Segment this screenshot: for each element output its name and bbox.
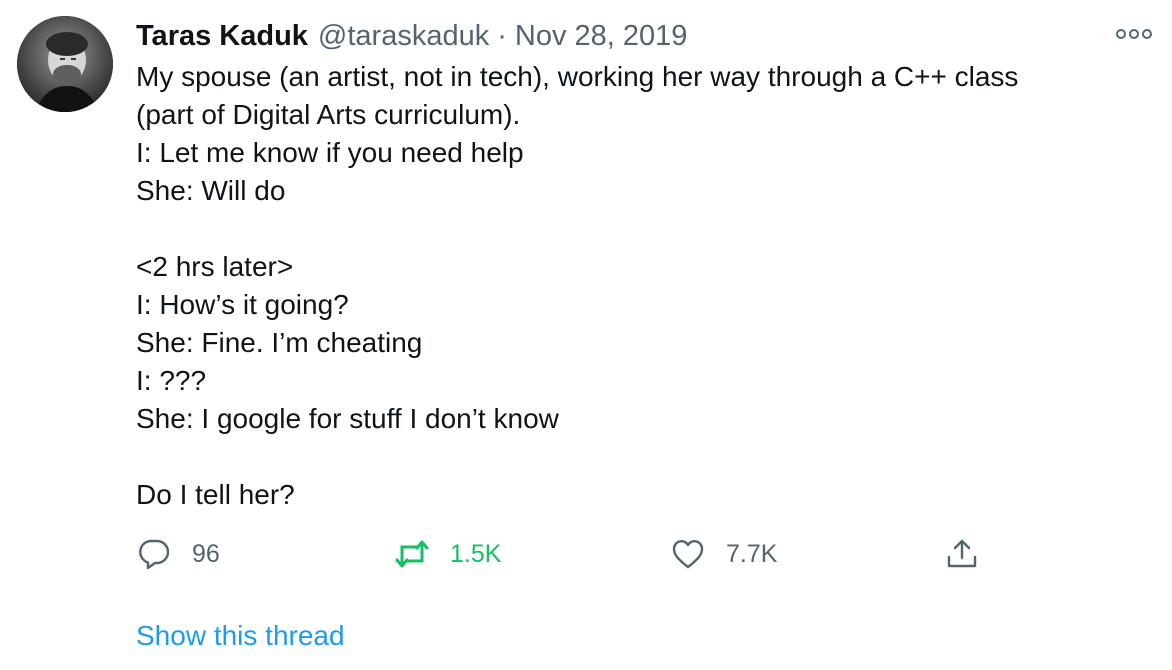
tweet-actions: 96 1.5K 7.7K: [136, 530, 996, 578]
retweet-button[interactable]: 1.5K: [394, 530, 501, 578]
author-name[interactable]: Taras Kaduk: [136, 16, 308, 56]
like-count: 7.7K: [726, 539, 778, 568]
more-icon: [1116, 29, 1152, 39]
retweet-icon: [394, 536, 430, 572]
tweet-line: Do I tell her?: [136, 479, 295, 510]
tweet-line: I: ???: [136, 365, 207, 396]
tweet-header: Taras Kaduk @taraskaduk · Nov 28, 2019: [136, 16, 687, 56]
more-options-button[interactable]: [1112, 22, 1156, 46]
reply-count: 96: [192, 539, 220, 568]
retweet-count: 1.5K: [450, 539, 502, 568]
tweet-date[interactable]: Nov 28, 2019: [515, 16, 688, 56]
heart-icon: [670, 536, 706, 572]
author-handle[interactable]: @taraskaduk: [318, 16, 489, 56]
tweet-line: She: Will do: [136, 175, 286, 206]
tweet-line: My spouse (an artist, not in tech), work…: [136, 61, 1019, 92]
share-icon: [944, 536, 980, 572]
reply-button[interactable]: 96: [136, 530, 220, 578]
tweet-line: (part of Digital Arts curriculum).: [136, 99, 521, 130]
reply-icon: [136, 536, 172, 572]
tweet-text: My spouse (an artist, not in tech), work…: [136, 58, 1146, 514]
header-separator: ·: [497, 20, 507, 52]
avatar-image: [17, 16, 113, 112]
share-button[interactable]: [944, 530, 1000, 578]
like-button[interactable]: 7.7K: [670, 530, 777, 578]
tweet-line: [136, 438, 1146, 476]
tweet-line: She: I google for stuff I don’t know: [136, 403, 559, 434]
tweet-line: I: Let me know if you need help: [136, 137, 524, 168]
tweet-line: [136, 210, 1146, 248]
tweet-line: She: Fine. I’m cheating: [136, 327, 423, 358]
show-thread-link[interactable]: Show this thread: [136, 616, 345, 656]
tweet-line: I: How’s it going?: [136, 289, 349, 320]
avatar[interactable]: [17, 16, 113, 112]
tweet-line: <2 hrs later>: [136, 251, 294, 282]
